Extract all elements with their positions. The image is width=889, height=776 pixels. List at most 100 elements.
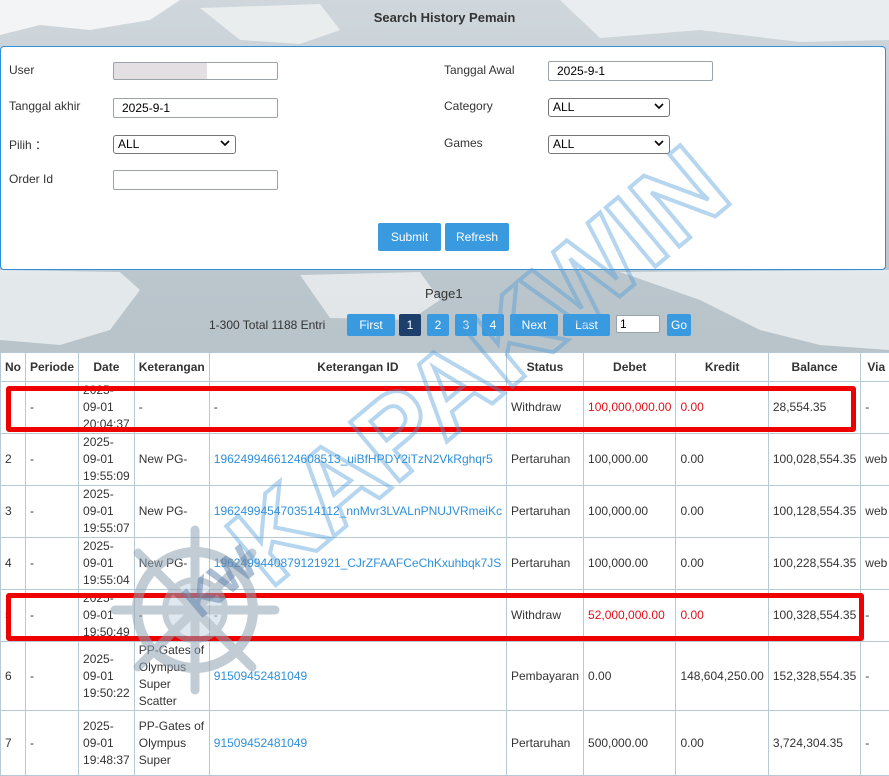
- cell-keterangan-id: -: [209, 590, 506, 642]
- cell-balance: 3,724,304.35: [768, 711, 860, 776]
- cell-debet: 52,000,000.00: [584, 590, 676, 642]
- col-no: No: [1, 353, 26, 382]
- table-row: 2-2025- 09-01 19:55:09New PG-19624994661…: [1, 434, 889, 486]
- cell-kredit: 0.00: [676, 434, 768, 486]
- chevron-down-icon: [220, 138, 230, 148]
- refresh-button[interactable]: Refresh: [445, 223, 509, 251]
- cell-periode: -: [26, 590, 79, 642]
- cell-kredit: 0.00: [676, 486, 768, 538]
- cell-no: 4: [1, 538, 26, 590]
- cell-date: 2025- 09-01 19:55:04: [79, 538, 135, 590]
- entries-info: 1-300 Total 1188 Entri: [209, 318, 325, 332]
- cell-keterangan: -: [134, 382, 209, 434]
- cell-balance: 100,328,554.35: [768, 590, 860, 642]
- col-periode: Periode: [26, 353, 79, 382]
- cell-keterangan-id[interactable]: 91509452481049: [209, 711, 506, 776]
- user-label: User: [9, 63, 34, 77]
- tanggal-akhir-field[interactable]: 2025-9-1: [113, 98, 278, 118]
- page-title: Search History Pemain: [0, 10, 889, 25]
- category-label: Category: [444, 99, 493, 113]
- cell-no: 5: [1, 590, 26, 642]
- table-row: 1-2025- 09-01 20:04:37--Withdraw100,000,…: [1, 382, 889, 434]
- pager-last-button[interactable]: Last: [563, 314, 610, 336]
- table-header-row: No Periode Date Keterangan Keterangan ID…: [1, 353, 889, 382]
- pager-goto-field[interactable]: 1: [616, 315, 660, 333]
- col-balance: Balance: [768, 353, 860, 382]
- col-date: Date: [79, 353, 135, 382]
- cell-keterangan: New PG-: [134, 486, 209, 538]
- cell-kredit: 0.00: [676, 590, 768, 642]
- cell-no: 2: [1, 434, 26, 486]
- cell-via: web: [861, 486, 889, 538]
- cell-date: 2025- 09-01 19:50:22: [79, 642, 135, 711]
- pager-page-1[interactable]: 1: [399, 314, 421, 336]
- col-kredit: Kredit: [676, 353, 768, 382]
- cell-periode: -: [26, 642, 79, 711]
- cell-debet: 500,000.00: [584, 711, 676, 776]
- pager-page-3[interactable]: 3: [455, 314, 477, 336]
- table-row: 4-2025- 09-01 19:55:04New PG-19624994408…: [1, 538, 889, 590]
- pager-page-4[interactable]: 4: [482, 314, 504, 336]
- table-row: 7-2025- 09-01 19:48:37PP-Gates of Olympu…: [1, 711, 889, 776]
- user-field[interactable]: [113, 62, 278, 80]
- cell-keterangan-id: -: [209, 382, 506, 434]
- pager-next-button[interactable]: Next: [510, 314, 558, 336]
- cell-status: Withdraw: [506, 382, 583, 434]
- cell-kredit: 0.00: [676, 382, 768, 434]
- search-form: User Tanggal akhir 2025-9-1 Pilih ： ALL …: [0, 46, 886, 270]
- cell-via: -: [861, 590, 889, 642]
- cell-keterangan-id[interactable]: 1962499440879121921_CJrZFAAFCeChKxuhbqk7…: [209, 538, 506, 590]
- submit-button[interactable]: Submit: [378, 223, 441, 251]
- cell-via: web: [861, 434, 889, 486]
- cell-periode: -: [26, 538, 79, 590]
- cell-kredit: 0.00: [676, 538, 768, 590]
- cell-date: 2025- 09-01 20:04:37: [79, 382, 135, 434]
- cell-status: Pembayaran: [506, 642, 583, 711]
- cell-periode: -: [26, 434, 79, 486]
- cell-no: 3: [1, 486, 26, 538]
- tanggal-akhir-label: Tanggal akhir: [9, 99, 80, 113]
- cell-via: -: [861, 642, 889, 711]
- chevron-down-icon: [654, 138, 664, 148]
- cell-kredit: 0.00: [676, 711, 768, 776]
- chevron-down-icon: [654, 101, 664, 111]
- cell-balance: 100,228,554.35: [768, 538, 860, 590]
- order-id-field[interactable]: [113, 170, 278, 190]
- cell-keterangan-id[interactable]: 1962499454703514112_nnMvr3LVALnPNUJVRmei…: [209, 486, 506, 538]
- order-id-label: Order Id: [9, 172, 53, 186]
- cell-no: 1: [1, 382, 26, 434]
- cell-debet: 100,000.00: [584, 538, 676, 590]
- cell-balance: 28,554.35: [768, 382, 860, 434]
- category-select[interactable]: ALL: [548, 98, 670, 117]
- cell-debet: 100,000.00: [584, 434, 676, 486]
- cell-keterangan: -: [134, 590, 209, 642]
- cell-periode: -: [26, 382, 79, 434]
- pager-go-button[interactable]: Go: [667, 314, 691, 336]
- col-debet: Debet: [584, 353, 676, 382]
- tanggal-awal-label: Tanggal Awal: [444, 63, 515, 77]
- games-select[interactable]: ALL: [548, 135, 670, 154]
- col-keterangan: Keterangan: [134, 353, 209, 382]
- history-table: No Periode Date Keterangan Keterangan ID…: [0, 352, 889, 776]
- cell-status: Pertaruhan: [506, 486, 583, 538]
- cell-debet: 100,000,000.00: [584, 382, 676, 434]
- cell-debet: 0.00: [584, 642, 676, 711]
- page-indicator: Page1: [425, 286, 463, 301]
- cell-keterangan: PP-Gates of Olympus Super: [134, 711, 209, 776]
- cell-no: 6: [1, 642, 26, 711]
- cell-status: Pertaruhan: [506, 434, 583, 486]
- cell-balance: 152,328,554.35: [768, 642, 860, 711]
- col-status: Status: [506, 353, 583, 382]
- tanggal-awal-field[interactable]: 2025-9-1: [548, 61, 713, 81]
- cell-debet: 100,000.00: [584, 486, 676, 538]
- pager-first-button[interactable]: First: [347, 314, 395, 336]
- cell-keterangan-id[interactable]: 91509452481049: [209, 642, 506, 711]
- pager-page-2[interactable]: 2: [427, 314, 449, 336]
- cell-keterangan-id[interactable]: 1962499466124608513_uiBfHPDY2iTzN2VkRghq…: [209, 434, 506, 486]
- pilih-select[interactable]: ALL: [113, 135, 236, 154]
- cell-via: -: [861, 382, 889, 434]
- cell-date: 2025- 09-01 19:48:37: [79, 711, 135, 776]
- cell-date: 2025- 09-01 19:50:49: [79, 590, 135, 642]
- table-row: 5-2025- 09-01 19:50:49--Withdraw52,000,0…: [1, 590, 889, 642]
- cell-balance: 100,028,554.35: [768, 434, 860, 486]
